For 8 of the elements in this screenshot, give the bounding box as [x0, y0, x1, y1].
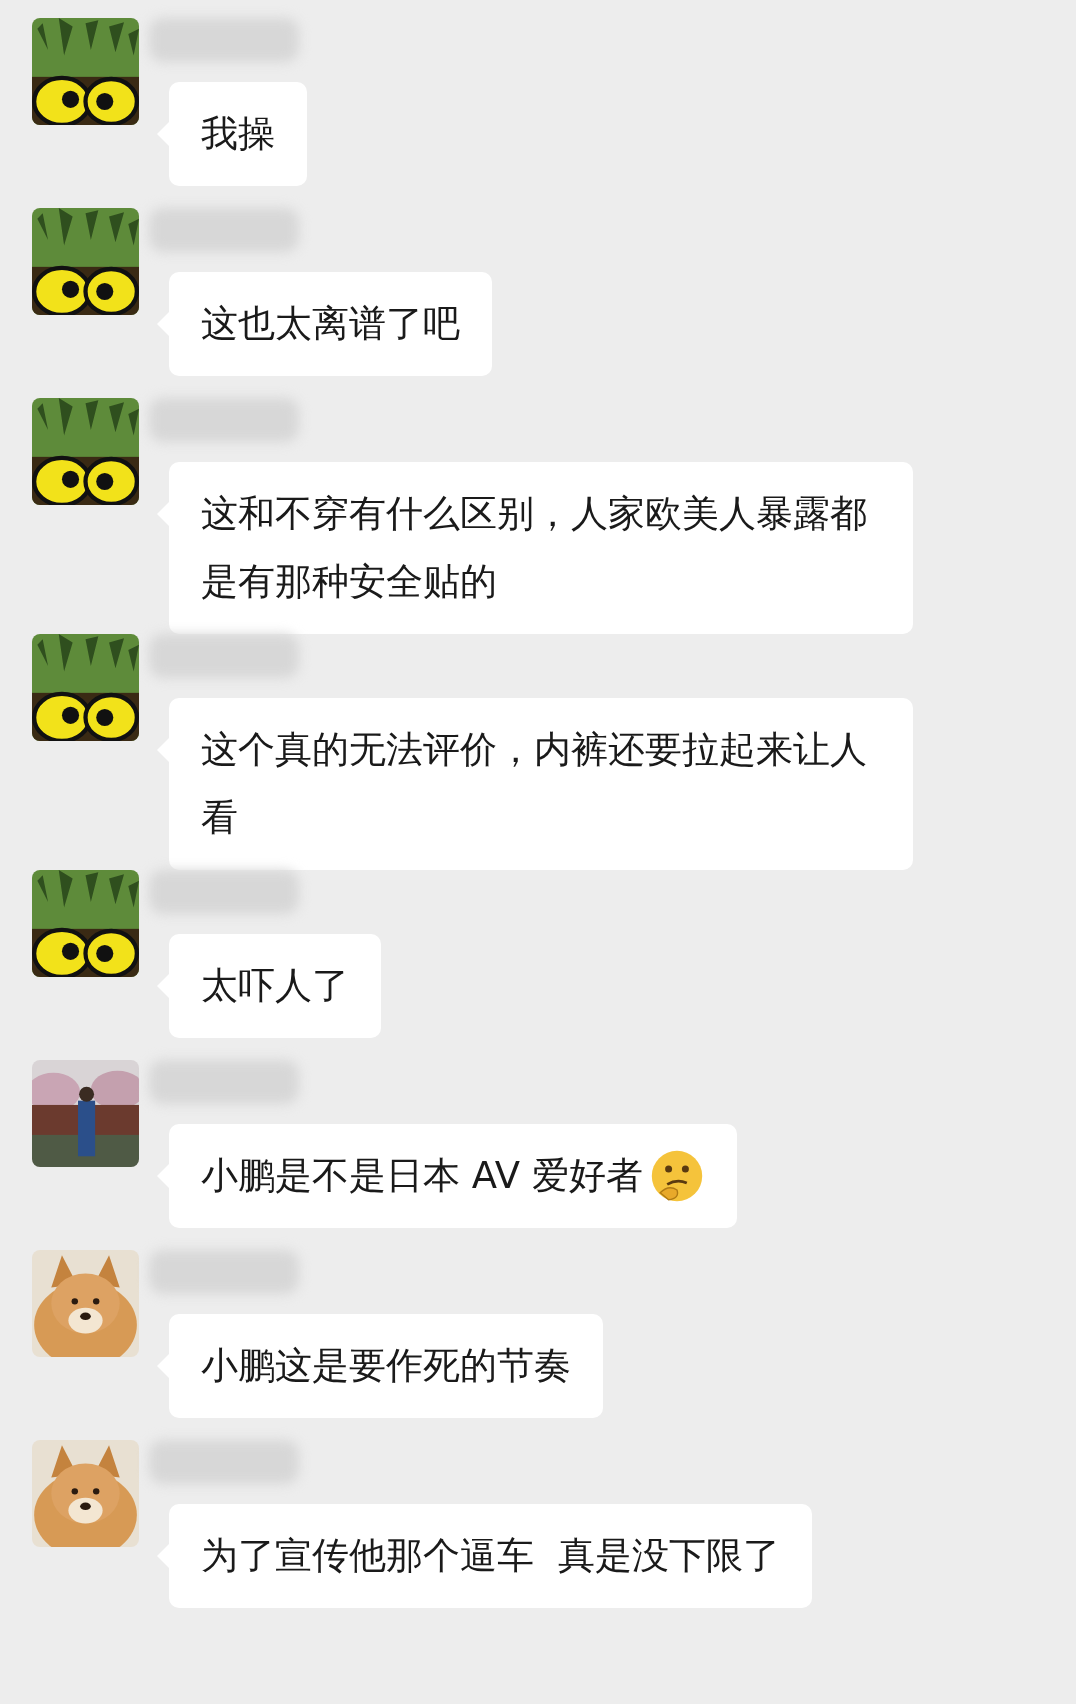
- message-text: 太吓人了: [201, 963, 349, 1009]
- message-text: 这和不穿有什么区别，人家欧美人暴露都是有那种安全贴的: [201, 491, 868, 605]
- message-text: 小鹏这是要作死的节奏: [201, 1343, 571, 1389]
- message-text: 这也太离谱了吧: [201, 301, 460, 347]
- message-text: 这个真的无法评价，内裤还要拉起来让人看: [201, 727, 868, 841]
- message-text: 我操: [201, 111, 275, 157]
- message-text: 小鹏是不是日本 AV 爱好者: [201, 1153, 643, 1199]
- message-text: 为了宣传他那个逼车 真是没下限了: [201, 1533, 780, 1579]
